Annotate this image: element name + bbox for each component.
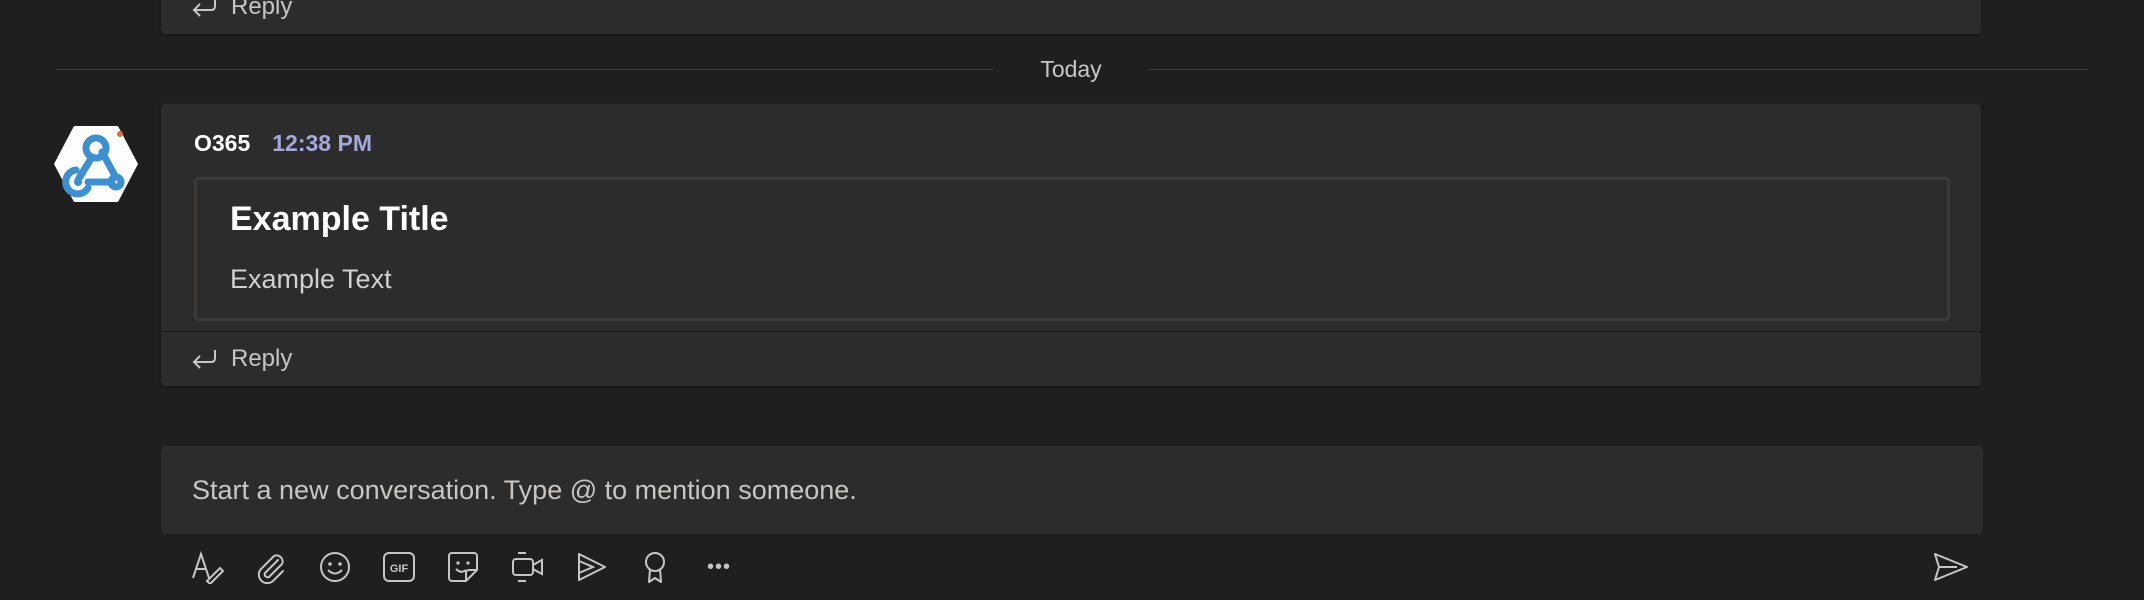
previous-message-card: Reply bbox=[161, 0, 1981, 34]
compose-input[interactable] bbox=[161, 446, 1983, 534]
date-divider-label: Today bbox=[1040, 56, 1102, 82]
meet-now-button[interactable] bbox=[510, 550, 544, 584]
reply-label: Reply bbox=[231, 0, 293, 20]
praise-button[interactable] bbox=[638, 550, 672, 584]
webhook-bot-icon bbox=[54, 126, 138, 202]
adaptive-card-title: Example Title bbox=[230, 200, 449, 238]
reply-arrow-icon bbox=[192, 0, 216, 17]
message-header: O365 12:38 PM bbox=[194, 130, 372, 157]
meet-now-icon bbox=[512, 552, 543, 582]
stream-icon bbox=[578, 553, 606, 581]
praise-icon bbox=[645, 552, 665, 583]
more-options-button[interactable]: ••• bbox=[702, 550, 736, 584]
avatar[interactable] bbox=[54, 124, 138, 204]
attach-button[interactable] bbox=[254, 550, 288, 584]
message-timestamp: 12:38 PM bbox=[272, 130, 372, 156]
reply-label: Reply bbox=[231, 345, 293, 372]
emoji-button[interactable] bbox=[318, 550, 352, 584]
send-button[interactable] bbox=[1932, 550, 1970, 584]
divider-line-left bbox=[56, 68, 994, 70]
compose-box bbox=[161, 446, 1983, 534]
gif-label: GIF bbox=[390, 563, 409, 575]
gif-icon: GIF bbox=[383, 552, 415, 582]
adaptive-card: Example Title Example Text bbox=[194, 177, 1950, 321]
adaptive-card-text: Example Text bbox=[230, 264, 392, 294]
message-card: O365 12:38 PM Example Title Example Text… bbox=[161, 104, 1981, 386]
send-icon bbox=[1934, 553, 1968, 581]
reply-button[interactable]: Reply bbox=[161, 0, 1981, 34]
format-icon bbox=[192, 550, 224, 584]
compose-toolbar: GIF ••• bbox=[190, 545, 766, 589]
gif-button[interactable]: GIF bbox=[382, 550, 416, 584]
divider-line-right bbox=[1148, 68, 2088, 70]
sticker-icon bbox=[448, 552, 478, 582]
reply-arrow-icon bbox=[192, 350, 216, 369]
sticker-button[interactable] bbox=[446, 550, 480, 584]
more-options-icon: ••• bbox=[706, 555, 731, 578]
reply-button[interactable]: Reply bbox=[161, 331, 1981, 386]
emoji-icon bbox=[320, 552, 350, 582]
stream-button[interactable] bbox=[574, 550, 608, 584]
sender-name[interactable]: O365 bbox=[194, 130, 250, 157]
attach-icon bbox=[257, 554, 284, 584]
format-button[interactable] bbox=[190, 550, 224, 584]
